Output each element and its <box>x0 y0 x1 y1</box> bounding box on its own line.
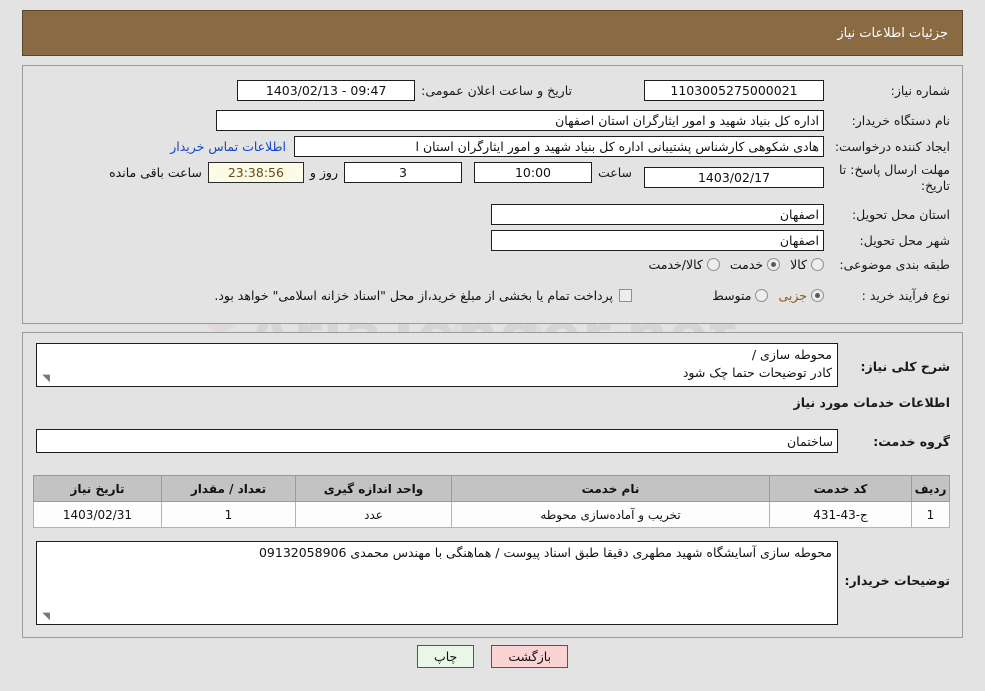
services-section-title-row: اطلاعات خدمات مورد نیاز <box>794 395 951 410</box>
description-line-2: کادر توضیحات حتما چک شود <box>682 365 832 381</box>
deadline-hour-row: ساعت 10:00 <box>473 162 632 183</box>
page-title: جزئیات اطلاعات نیاز <box>837 25 948 41</box>
process-type-label: نوع فرآیند خرید : <box>861 288 950 303</box>
buyer-org-row: نام دستگاه خریدار: اداره کل بنیاد شهید و… <box>216 110 950 131</box>
resize-grip-icon[interactable]: ◥ <box>40 374 50 384</box>
service-group-row: گروه خدمت: ساختمان <box>36 429 950 453</box>
radio-process-jozii[interactable] <box>811 289 824 302</box>
buyer-org-value: اداره کل بنیاد شهید و امور ایثارگران است… <box>216 110 824 131</box>
need-number-row: شماره نیاز: 1103005275000021 <box>644 80 950 101</box>
buyer-notes-textarea[interactable]: محوطه سازی آسایشگاه شهید مطهری دقیقا طبق… <box>36 541 838 625</box>
description-line-1: محوطه سازی / <box>751 347 832 362</box>
radio-category-khedmat[interactable] <box>767 258 781 271</box>
radio-process-jozii-label: جزیی <box>778 288 807 303</box>
buyer-notes-label-row: توضیحات خریدار: <box>844 573 950 588</box>
services-section-title: اطلاعات خدمات مورد نیاز <box>793 395 951 410</box>
radio-category-kala-khedmat[interactable] <box>706 258 720 271</box>
page-root: AriaTender.net جزئیات اطلاعات نیاز شماره… <box>0 0 985 691</box>
cell-quantity: 1 <box>161 501 296 528</box>
th-name: نام خدمت <box>451 475 770 502</box>
province-row: استان محل تحویل: اصفهان <box>491 204 950 225</box>
radio-category-kala-label: کالا <box>790 257 807 272</box>
page-header: جزئیات اطلاعات نیاز <box>22 10 963 56</box>
th-unit: واحد اندازه گیری <box>295 475 452 502</box>
table-row: 1 ج-43-431 تخریب و آماده‌سازی محوطه عدد … <box>33 501 950 528</box>
process-type-row: نوع فرآیند خرید : جزیی متوسط <box>702 288 950 303</box>
radio-category-kala[interactable] <box>811 258 824 271</box>
radio-category-khedmat-label: خدمت <box>729 257 764 272</box>
action-button-bar: بازگشت چاپ <box>0 645 985 668</box>
need-number-label: شماره نیاز: <box>890 83 950 98</box>
description-textarea[interactable]: محوطه سازی / کادر توضیحات حتما چک شود ◥ <box>36 343 838 387</box>
buyer-contact-link[interactable]: اطلاعات تماس خریدار <box>170 139 286 154</box>
announce-datetime-label: تاریخ و ساعت اعلان عمومی: <box>421 83 572 98</box>
cell-code: ج-43-431 <box>769 501 912 528</box>
province-label: استان محل تحویل: <box>851 207 950 222</box>
deadline-hour-value: 10:00 <box>473 162 592 183</box>
remaining-time-value: 23:38:56 <box>207 162 304 183</box>
need-number-value: 1103005275000021 <box>644 80 824 101</box>
announce-datetime-value: 09:47 - 1403/02/13 <box>237 80 416 101</box>
th-code: کد خدمت <box>769 475 912 502</box>
province-value: اصفهان <box>491 204 824 225</box>
treasury-note-row: پرداخت تمام یا بخشی از مبلغ خرید،از محل … <box>32 288 632 303</box>
countdown-row: 3 روز و 23:38:56 ساعت باقی مانده <box>109 162 462 183</box>
remaining-suffix-label: ساعت باقی مانده <box>109 165 202 180</box>
resize-grip-icon-notes[interactable]: ◥ <box>40 612 50 622</box>
buyer-notes-value: محوطه سازی آسایشگاه شهید مطهری دقیقا طبق… <box>258 545 832 560</box>
radio-process-motavasset[interactable] <box>755 289 769 302</box>
cell-need-date: 1403/02/31 <box>33 501 162 528</box>
th-index: ردیف <box>911 475 950 502</box>
services-table: ردیف کد خدمت نام خدمت واحد اندازه گیری ت… <box>33 475 950 528</box>
treasury-note-label: پرداخت تمام یا بخشی از مبلغ خرید،از محل … <box>214 288 613 303</box>
city-value: اصفهان <box>491 230 824 251</box>
city-label: شهر محل تحویل: <box>859 233 950 248</box>
th-need-date: تاریخ نیاز <box>33 475 162 502</box>
buyer-notes-label: توضیحات خریدار: <box>844 573 950 588</box>
cell-index: 1 <box>911 501 950 528</box>
creator-label: ایجاد کننده درخواست: <box>834 139 950 154</box>
remaining-days-value: 3 <box>344 162 462 183</box>
print-button[interactable]: چاپ <box>416 645 475 668</box>
creator-row: ایجاد کننده درخواست: هادی شکوهی کارشناس … <box>170 136 950 157</box>
cell-name: تخریب و آماده‌سازی محوطه <box>451 501 770 528</box>
deadline-hour-label: ساعت <box>597 165 632 180</box>
category-label: طبقه بندی موضوعی: <box>839 257 950 272</box>
description-row: شرح کلی نیاز: <box>844 345 950 374</box>
checkbox-treasury-docs[interactable] <box>619 289 632 302</box>
creator-value: هادی شکوهی کارشناس پشتیبانی اداره کل بنی… <box>294 136 824 157</box>
th-quantity: تعداد / مقدار <box>161 475 296 502</box>
deadline-label: مهلت ارسال پاسخ: تا تاریخ: <box>839 162 950 193</box>
deadline-label-wrap: مهلت ارسال پاسخ: تا تاریخ: 1403/02/17 <box>644 162 950 193</box>
city-row: شهر محل تحویل: اصفهان <box>491 230 950 251</box>
category-row: طبقه بندی موضوعی: کالا خدمت کالا/خدمت <box>638 257 950 272</box>
back-button[interactable]: بازگشت <box>491 645 569 668</box>
service-group-value: ساختمان <box>36 429 838 453</box>
need-info-panel: شماره نیاز: 1103005275000021 تاریخ و ساع… <box>22 65 963 324</box>
service-group-label: گروه خدمت: <box>873 433 950 449</box>
cell-unit: عدد <box>295 501 452 528</box>
description-label: شرح کلی نیاز: <box>860 359 950 374</box>
buyer-org-label: نام دستگاه خریدار: <box>851 113 950 128</box>
need-details-panel: شرح کلی نیاز: محوطه سازی / کادر توضیحات … <box>22 332 963 638</box>
table-header-row: ردیف کد خدمت نام خدمت واحد اندازه گیری ت… <box>33 475 950 502</box>
radio-category-kala-khedmat-label: کالا/خدمت <box>648 257 703 272</box>
remaining-days-label: روز و <box>309 165 338 180</box>
deadline-date-value: 1403/02/17 <box>644 167 824 189</box>
announce-datetime-row: تاریخ و ساعت اعلان عمومی: 09:47 - 1403/0… <box>237 80 572 101</box>
radio-process-motavasset-label: متوسط <box>712 288 752 303</box>
